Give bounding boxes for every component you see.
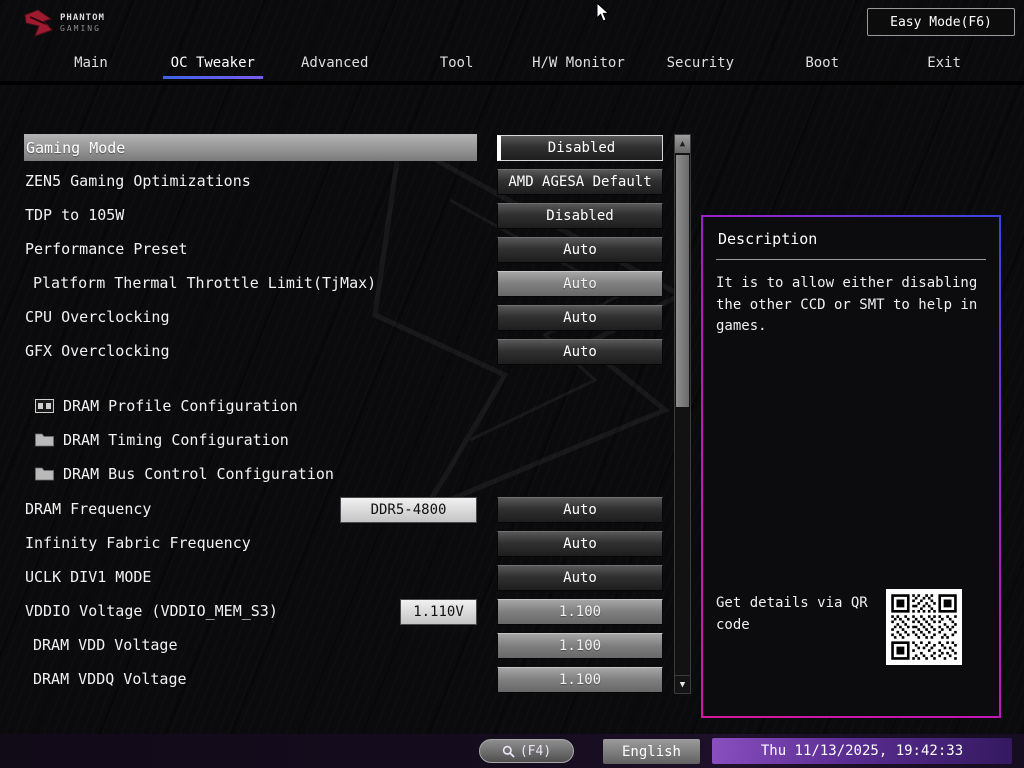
submenu-label: DRAM Profile Configuration [63, 397, 298, 415]
setting-row-gfx-overclocking[interactable]: GFX Overclocking Auto [0, 335, 700, 369]
scrollbar[interactable]: ▲ ▼ [674, 134, 691, 694]
tab-boot[interactable]: Boot [761, 46, 883, 79]
setting-label: DRAM VDD Voltage [33, 636, 178, 654]
setting-label: Platform Thermal Throttle Limit(TjMax) [33, 274, 376, 292]
description-panel-inner: Description It is to allow either disabl… [703, 217, 999, 716]
tab-main[interactable]: Main [30, 46, 152, 79]
setting-value-button[interactable]: Auto [497, 531, 663, 557]
folder-icon [35, 467, 54, 481]
settings-list-top: Gaming Mode Disabled ZEN5 Gaming Optimiz… [0, 131, 700, 369]
setting-row-dram-vdd-voltage[interactable]: DRAM VDD Voltage 1.100 [0, 629, 700, 663]
footer-bar: (F4) English Thu 11/13/2025, 19:42:33 [0, 734, 1024, 768]
setting-label: ZEN5 Gaming Optimizations [25, 172, 251, 190]
qr-code [886, 589, 962, 665]
setting-row-tjmax[interactable]: Platform Thermal Throttle Limit(TjMax) A… [0, 267, 700, 301]
description-panel: Description It is to allow either disabl… [701, 215, 1001, 718]
setting-label: TDP to 105W [25, 206, 124, 224]
search-icon [502, 745, 515, 758]
submenu-label: DRAM Timing Configuration [63, 431, 289, 449]
tab-security[interactable]: Security [639, 46, 761, 79]
setting-label: UCLK DIV1 MODE [25, 568, 151, 586]
submenu-dram-timing-configuration[interactable]: DRAM Timing Configuration [0, 423, 700, 457]
search-button[interactable]: (F4) [479, 739, 574, 763]
submenu-dram-bus-control-configuration[interactable]: DRAM Bus Control Configuration [0, 457, 700, 491]
search-hotkey-label: (F4) [520, 744, 551, 759]
phantom-gaming-logo: PHANTOM GAMING [22, 8, 105, 38]
submenu-dram-profile-configuration[interactable]: DRAM Profile Configuration [0, 389, 700, 423]
scroll-down-button[interactable]: ▼ [675, 675, 690, 693]
brand-line1: PHANTOM [60, 13, 105, 24]
tab-bar: Main OC Tweaker Advanced Tool H/W Monito… [30, 46, 1005, 79]
header-divider [0, 81, 1024, 85]
setting-label: Infinity Fabric Frequency [25, 534, 251, 552]
setting-row-dram-vddq-voltage[interactable]: DRAM VDDQ Voltage 1.100 [0, 663, 700, 697]
description-divider [716, 259, 986, 260]
tab-tool[interactable]: Tool [396, 46, 518, 79]
mouse-cursor [596, 2, 611, 23]
pg-logo-icon [22, 8, 54, 38]
tab-hw-monitor[interactable]: H/W Monitor [518, 46, 640, 79]
setting-row-gaming-mode[interactable]: Gaming Mode Disabled [0, 131, 700, 165]
setting-label: GFX Overclocking [25, 342, 170, 360]
setting-value-button[interactable]: Auto [497, 271, 663, 297]
setting-value-button[interactable]: 1.100 [497, 633, 663, 659]
datetime-display: Thu 11/13/2025, 19:42:33 [712, 738, 1012, 764]
easy-mode-button[interactable]: Easy Mode(F6) [867, 8, 1015, 36]
setting-label: Gaming Mode [26, 139, 125, 157]
setting-value-button[interactable]: AMD AGESA Default [497, 169, 663, 195]
setting-row-cpu-overclocking[interactable]: CPU Overclocking Auto [0, 301, 700, 335]
setting-row-infinity-fabric-frequency[interactable]: Infinity Fabric Frequency Auto [0, 527, 700, 561]
setting-value-button[interactable]: Auto [497, 339, 663, 365]
dram-profile-icon [35, 399, 54, 413]
setting-row-uclk-div1-mode[interactable]: UCLK DIV1 MODE Auto [0, 561, 700, 595]
bios-screen: PHANTOM GAMING Easy Mode(F6) Main OC Twe… [0, 0, 1024, 768]
scroll-up-button[interactable]: ▲ [675, 135, 690, 153]
setting-value-button[interactable]: Auto [497, 497, 663, 523]
qr-caption: Get details via QR code [716, 593, 891, 636]
tab-exit[interactable]: Exit [883, 46, 1005, 79]
setting-label: DRAM VDDQ Voltage [33, 670, 187, 688]
setting-label: Performance Preset [25, 240, 188, 258]
brand-text: PHANTOM GAMING [60, 13, 105, 33]
settings-list-bottom: DRAM Frequency DDR5-4800 Auto Infinity F… [0, 493, 700, 697]
setting-value-button[interactable]: 1.100 [497, 667, 663, 693]
tab-advanced[interactable]: Advanced [274, 46, 396, 79]
setting-value-button[interactable]: Disabled [497, 203, 663, 229]
setting-value-button[interactable]: Auto [497, 237, 663, 263]
current-dram-frequency: DDR5-4800 [340, 497, 477, 523]
setting-row-vddio-voltage[interactable]: VDDIO Voltage (VDDIO_MEM_S3) 1.110V 1.10… [0, 595, 700, 629]
setting-label: DRAM Frequency [25, 500, 151, 518]
submenu-label: DRAM Bus Control Configuration [63, 465, 334, 483]
tab-oc-tweaker[interactable]: OC Tweaker [152, 46, 274, 79]
setting-value-button[interactable]: 1.100 [497, 599, 663, 625]
selected-row-highlight: Gaming Mode [24, 134, 477, 161]
submenu-list: DRAM Profile Configuration DRAM Timing C… [0, 389, 700, 491]
setting-row-performance-preset[interactable]: Performance Preset Auto [0, 233, 700, 267]
description-title: Description [716, 230, 986, 248]
brand-line2: GAMING [60, 24, 105, 34]
setting-value-button[interactable]: Disabled [497, 135, 663, 161]
current-vddio-voltage: 1.110V [400, 599, 477, 625]
setting-value-button[interactable]: Auto [497, 565, 663, 591]
description-text: It is to allow either disabling the othe… [716, 273, 986, 338]
setting-row-dram-frequency[interactable]: DRAM Frequency DDR5-4800 Auto [0, 493, 700, 527]
scrollbar-thumb[interactable] [676, 155, 689, 407]
setting-row-zen5-optimizations[interactable]: ZEN5 Gaming Optimizations AMD AGESA Defa… [0, 165, 700, 199]
language-button[interactable]: English [603, 739, 700, 764]
setting-row-tdp-105w[interactable]: TDP to 105W Disabled [0, 199, 700, 233]
setting-label: VDDIO Voltage (VDDIO_MEM_S3) [25, 602, 278, 620]
setting-label: CPU Overclocking [25, 308, 170, 326]
setting-value-button[interactable]: Auto [497, 305, 663, 331]
folder-icon [35, 433, 54, 447]
